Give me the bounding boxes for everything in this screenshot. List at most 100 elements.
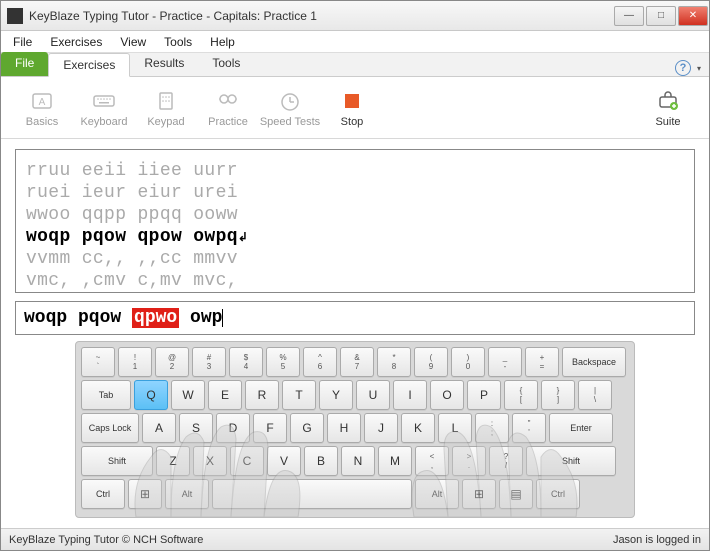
key-|[interactable]: |\ xyxy=(578,380,612,410)
key-alt-left[interactable]: Alt xyxy=(165,479,209,509)
key-d[interactable]: D xyxy=(216,413,250,443)
key-u[interactable]: U xyxy=(356,380,390,410)
key-capslock[interactable]: Caps Lock xyxy=(81,413,139,443)
suite-icon xyxy=(655,88,681,114)
toolbtn-suite[interactable]: Suite xyxy=(637,88,699,128)
menu-help[interactable]: Help xyxy=(202,33,243,51)
key-h[interactable]: H xyxy=(327,413,361,443)
tab-results[interactable]: Results xyxy=(130,52,198,76)
toolbtn-keyboard[interactable]: Keyboard xyxy=(73,88,135,128)
key-backspace[interactable]: Backspace xyxy=(562,347,626,377)
key-![interactable]: !1 xyxy=(118,347,152,377)
key-enter[interactable]: Enter xyxy=(549,413,613,443)
key-v[interactable]: V xyxy=(267,446,301,476)
menu-tools[interactable]: Tools xyxy=(156,33,200,51)
key-e[interactable]: E xyxy=(208,380,242,410)
key-a[interactable]: A xyxy=(142,413,176,443)
key-ctrl-right[interactable]: Ctrl xyxy=(536,479,580,509)
status-left: KeyBlaze Typing Tutor © NCH Software xyxy=(9,534,203,546)
svg-text:A: A xyxy=(39,97,46,108)
key-k[interactable]: K xyxy=(401,413,435,443)
key-<[interactable]: <, xyxy=(415,446,449,476)
key-([interactable]: (9 xyxy=(414,347,448,377)
help-icon[interactable]: ? xyxy=(675,60,691,76)
key-shift-left[interactable]: Shift xyxy=(81,446,153,476)
tab-tools[interactable]: Tools xyxy=(198,52,254,76)
key-menu[interactable]: ▤ xyxy=(499,479,533,509)
key-o[interactable]: O xyxy=(430,380,464,410)
dropdown-icon[interactable]: ▾ xyxy=(697,64,701,73)
menu-view[interactable]: View xyxy=(112,33,154,51)
key-z[interactable]: Z xyxy=(156,446,190,476)
toolbtn-speed-tests[interactable]: Speed Tests xyxy=(259,88,321,128)
key-t[interactable]: T xyxy=(282,380,316,410)
key-shift-right[interactable]: Shift xyxy=(526,446,616,476)
key-n[interactable]: N xyxy=(341,446,375,476)
key-*[interactable]: *8 xyxy=(377,347,411,377)
menu-file[interactable]: File xyxy=(5,33,40,51)
key-win-left[interactable]: ⊞ xyxy=(128,479,162,509)
key-^[interactable]: ^6 xyxy=(303,347,337,377)
toolbtn-practice[interactable]: Practice xyxy=(197,88,259,128)
toolbtn-keypad[interactable]: Keypad xyxy=(135,88,197,128)
practice-textbox: rruu eeii iiee uurr ruei ieur eiur urei … xyxy=(15,149,695,293)
statusbar: KeyBlaze Typing Tutor © NCH Software Jas… xyxy=(1,528,709,550)
toolbtn-label: Keyboard xyxy=(80,116,127,128)
maximize-button[interactable]: □ xyxy=(646,6,676,26)
key-@[interactable]: @2 xyxy=(155,347,189,377)
toolbar: A Basics Keyboard Keypad Practice Speed … xyxy=(1,77,709,139)
key-?[interactable]: ?/ xyxy=(489,446,523,476)
key-q[interactable]: Q xyxy=(134,380,168,410)
practice-line: xx.. zz// //zz ..xx xyxy=(26,292,684,293)
toolbtn-stop[interactable]: Stop xyxy=(321,88,383,128)
key-m[interactable]: M xyxy=(378,446,412,476)
toolbtn-basics[interactable]: A Basics xyxy=(11,88,73,128)
key-f[interactable]: F xyxy=(253,413,287,443)
key-x[interactable]: X xyxy=(193,446,227,476)
key-win-right[interactable]: ⊞ xyxy=(462,479,496,509)
key-_[interactable]: _- xyxy=(488,347,522,377)
key-%[interactable]: %5 xyxy=(266,347,300,377)
titlebar: KeyBlaze Typing Tutor - Practice - Capit… xyxy=(1,1,709,31)
key-&[interactable]: &7 xyxy=(340,347,374,377)
key-{[interactable]: {[ xyxy=(504,380,538,410)
key->[interactable]: >. xyxy=(452,446,486,476)
key-j[interactable]: J xyxy=(364,413,398,443)
key-i[interactable]: I xyxy=(393,380,427,410)
key-+[interactable]: += xyxy=(525,347,559,377)
key-}[interactable]: }] xyxy=(541,380,575,410)
key-"[interactable]: "' xyxy=(512,413,546,443)
minimize-button[interactable]: — xyxy=(614,6,644,26)
key-s[interactable]: S xyxy=(179,413,213,443)
key-~[interactable]: ~` xyxy=(81,347,115,377)
key-p[interactable]: P xyxy=(467,380,501,410)
key-l[interactable]: L xyxy=(438,413,472,443)
key-tab[interactable]: Tab xyxy=(81,380,131,410)
basics-icon: A xyxy=(29,88,55,114)
practice-line: rruu eeii iiee uurr xyxy=(26,160,684,182)
menu-exercises[interactable]: Exercises xyxy=(42,33,110,51)
typed-text: woqp pqow xyxy=(24,308,132,328)
key-b[interactable]: B xyxy=(304,446,338,476)
key-ctrl-left[interactable]: Ctrl xyxy=(81,479,125,509)
error-text: qpwo xyxy=(132,308,179,328)
tab-exercises[interactable]: Exercises xyxy=(48,53,130,77)
key-c[interactable]: C xyxy=(230,446,264,476)
key-$[interactable]: $4 xyxy=(229,347,263,377)
key-w[interactable]: W xyxy=(171,380,205,410)
key-r[interactable]: R xyxy=(245,380,279,410)
key-:[interactable]: :; xyxy=(475,413,509,443)
key-g[interactable]: G xyxy=(290,413,324,443)
key-#[interactable]: #3 xyxy=(192,347,226,377)
tab-file[interactable]: File xyxy=(1,52,48,76)
key-alt-right[interactable]: Alt xyxy=(415,479,459,509)
practice-line: wwoo qqpp ppqq ooww xyxy=(26,204,684,226)
key-)[interactable]: )0 xyxy=(451,347,485,377)
app-icon xyxy=(7,8,23,24)
key-space[interactable] xyxy=(212,479,412,509)
key-y[interactable]: Y xyxy=(319,380,353,410)
keyboard-icon xyxy=(91,88,117,114)
close-button[interactable]: ✕ xyxy=(678,6,708,26)
clock-icon xyxy=(277,88,303,114)
typing-input[interactable]: woqp pqow qpwo owp xyxy=(15,301,695,335)
